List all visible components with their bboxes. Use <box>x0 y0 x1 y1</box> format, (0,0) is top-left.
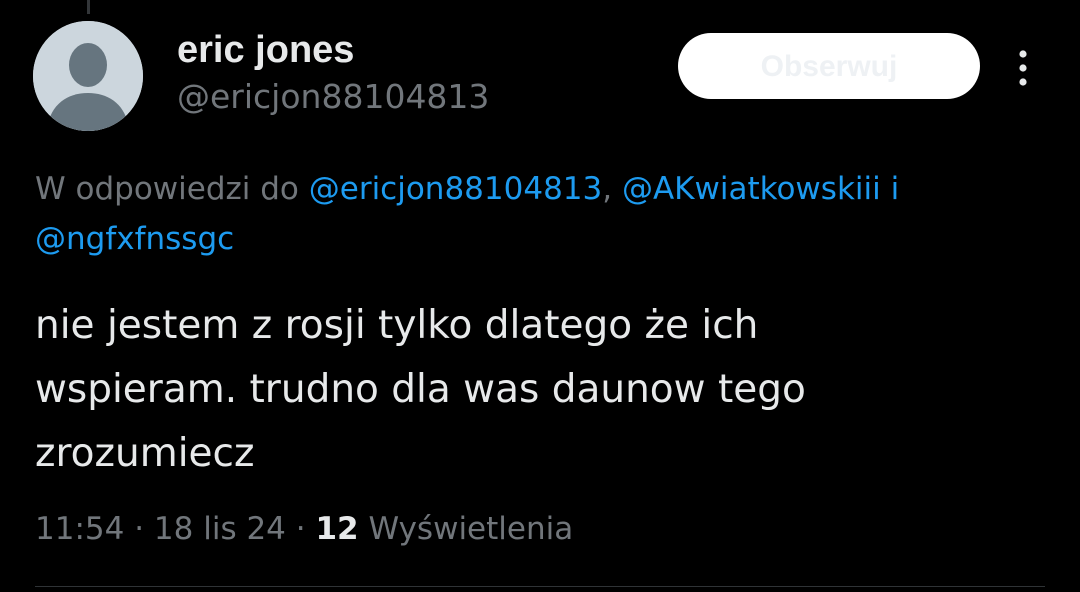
default-person-icon <box>33 21 143 131</box>
separator-dot: · <box>295 511 306 547</box>
tweet-date[interactable]: 18 lis 24 <box>154 511 286 547</box>
reply-context: W odpowiedzi do @ericjon88104813, @AKwia… <box>35 164 1070 264</box>
tweet-meta: 11:54 · 18 lis 24 · 12 Wyświetlenia <box>35 505 573 553</box>
mention-link[interactable]: @ngfxfnssgc <box>35 221 234 257</box>
divider <box>35 586 1045 587</box>
author-handle[interactable]: @ericjon88104813 <box>177 75 489 119</box>
more-options-button[interactable] <box>1006 46 1040 90</box>
views-label: Wyświetlenia <box>368 511 574 547</box>
tweet-text-line: zrozumiecz <box>35 431 255 476</box>
tweet-text-line: wspieram. trudno dla was daunow tego <box>35 367 806 412</box>
tweet-time[interactable]: 11:54 <box>35 511 124 547</box>
mention-link[interactable]: @AKwiatkowskiii <box>622 171 881 207</box>
tweet-text-line: nie jestem z rosji tylko dlatego że ich <box>35 303 759 348</box>
author-display-name[interactable]: eric jones <box>177 27 489 73</box>
views-count: 12 <box>315 511 359 547</box>
mention-link[interactable]: @ericjon88104813 <box>309 171 603 207</box>
more-vertical-icon <box>1019 50 1027 86</box>
follow-button[interactable]: Obserwuj <box>678 33 980 99</box>
tweet-text: nie jestem z rosji tylko dlatego że ich … <box>35 294 1045 486</box>
reply-conjunction: i <box>880 171 900 207</box>
reply-separator: , <box>602 171 622 207</box>
separator-dot: · <box>134 511 145 547</box>
author-info: eric jones @ericjon88104813 <box>177 27 489 119</box>
avatar[interactable] <box>33 21 143 131</box>
reply-context-prefix: W odpowiedzi do <box>35 171 309 207</box>
thread-connector-line <box>87 0 90 14</box>
